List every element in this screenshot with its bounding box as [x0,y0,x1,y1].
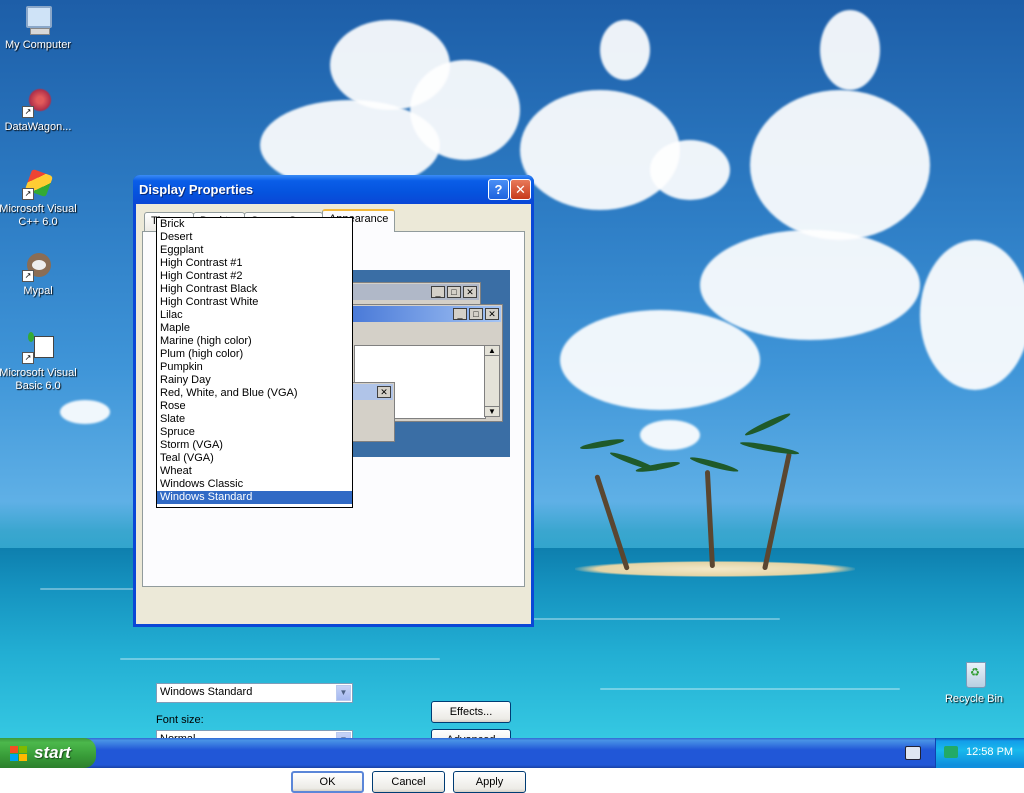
maximize-icon: □ [447,286,461,298]
preview-scrollbar: ▲ ▼ [484,345,500,417]
palm-leaf [743,411,792,438]
palm-leaf [739,440,800,457]
list-item-selected[interactable]: Windows Standard [157,491,352,504]
chevron-down-icon[interactable]: ▼ [336,685,351,701]
list-item[interactable]: High Contrast Black [157,283,352,296]
list-item[interactable]: Slate [157,413,352,426]
effects-button[interactable]: Effects... [431,701,511,723]
palm-leaf [579,437,625,451]
palm-leaf [689,455,740,474]
recycle-bin-icon: ♻ [958,658,990,690]
preview-inactive-titlebar: _ □ ✕ [353,284,479,300]
list-item[interactable]: Brick [157,218,352,231]
cloud [640,420,700,450]
network-icon[interactable] [944,746,958,758]
preview-message-titlebar: ✕ [353,384,393,400]
list-item[interactable]: Rose [157,400,352,413]
appearance-preview: _ □ ✕ _ □ ✕ ▲ ▼ ✕ [351,270,510,457]
desktop-icon-mypal[interactable]: ↗ Mypal [0,250,78,298]
list-item[interactable]: Marine (high color) [157,335,352,348]
list-item[interactable]: High Contrast #1 [157,257,352,270]
taskbar: start 12:58 PM [0,738,1024,768]
mypal-icon: ↗ [22,250,54,282]
list-item[interactable]: Pumpkin [157,361,352,374]
minimize-icon: _ [453,308,467,320]
maximize-icon: □ [469,308,483,320]
desktop-icon-datawagon[interactable]: ↗ DataWagon... [0,86,78,134]
cloud [560,310,760,410]
ok-button[interactable]: OK [291,771,364,793]
island [575,561,855,577]
list-item[interactable]: Wheat [157,465,352,478]
computer-icon [22,4,54,36]
shortcut-arrow-icon: ↗ [22,188,34,200]
help-button[interactable]: ? [488,179,509,200]
shortcut-arrow-icon: ↗ [22,270,34,282]
scroll-down-icon: ▼ [485,406,499,416]
visual-basic-icon: ↗ [22,332,54,364]
windows-logo-icon [10,746,28,761]
preview-message-box: ✕ [351,382,395,442]
visual-cpp-icon: ↗ [22,168,54,200]
cloud [410,60,520,160]
desktop-icon-label: My Computer [4,39,72,51]
list-item[interactable]: Storm (VGA) [157,439,352,452]
preview-active-titlebar: _ □ ✕ [353,306,501,322]
clock[interactable]: 12:58 PM [966,746,1013,758]
list-item[interactable]: Desert [157,231,352,244]
cloud [520,90,680,210]
list-item[interactable]: Teal (VGA) [157,452,352,465]
list-item[interactable]: High Contrast #2 [157,270,352,283]
desktop-icon-visual-cpp[interactable]: ↗ Microsoft Visual C++ 6.0 [0,168,78,229]
cloud [60,400,110,424]
color-scheme-dropdown-list[interactable]: Brick Desert Eggplant High Contrast #1 H… [156,217,353,508]
list-item[interactable]: Eggplant [157,244,352,257]
wave [600,688,900,690]
list-item[interactable]: High Contrast White [157,296,352,309]
wave [120,658,440,660]
wave [520,618,780,620]
desktop-icon-label: Recycle Bin [944,693,1004,705]
list-item[interactable]: Plum (high color) [157,348,352,361]
close-icon: ✕ [463,286,477,298]
cloud [750,90,930,240]
window-title: Display Properties [139,182,254,197]
list-item[interactable]: Spruce [157,426,352,439]
desktop-icon-visual-basic[interactable]: ↗ Microsoft Visual Basic 6.0 [0,332,78,393]
list-item[interactable]: Red, White, and Blue (VGA) [157,387,352,400]
close-button[interactable]: ✕ [510,179,531,200]
cloud [700,230,920,340]
font-size-label: Font size: [156,714,204,726]
list-item[interactable]: Lilac [157,309,352,322]
start-label: start [34,743,71,762]
shortcut-arrow-icon: ↗ [22,106,34,118]
desktop-icon-recycle-bin[interactable]: ♻ Recycle Bin [934,658,1014,706]
scroll-up-icon: ▲ [485,346,499,356]
cloud [600,20,650,80]
desktop-icon-label: Mypal [23,285,53,297]
color-scheme-value: Windows Standard [160,686,253,698]
cloud [820,10,880,90]
keyboard-icon[interactable] [905,746,921,760]
desktop-icon-label: DataWagon... [4,121,72,133]
close-icon: ✕ [485,308,499,320]
list-item[interactable]: Maple [157,322,352,335]
close-icon: ✕ [377,386,391,398]
shortcut-arrow-icon: ↗ [22,352,34,364]
datawagon-icon: ↗ [22,86,54,118]
desktop-icon-label: Microsoft Visual C++ 6.0 [0,203,77,228]
desktop-icon-label: Microsoft Visual Basic 6.0 [0,367,77,392]
color-scheme-combo[interactable]: Windows Standard ▼ [156,683,353,703]
title-bar[interactable]: Display Properties ? ✕ [133,175,534,204]
apply-button[interactable]: Apply [453,771,526,793]
cancel-button[interactable]: Cancel [372,771,445,793]
system-tray: 12:58 PM [935,738,1024,768]
start-button[interactable]: start [0,738,96,768]
minimize-icon: _ [431,286,445,298]
cloud [650,140,730,200]
list-item[interactable]: Windows Classic [157,478,352,491]
cloud [920,240,1024,390]
list-item[interactable]: Rainy Day [157,374,352,387]
desktop-icon-my-computer[interactable]: My Computer [0,4,78,52]
